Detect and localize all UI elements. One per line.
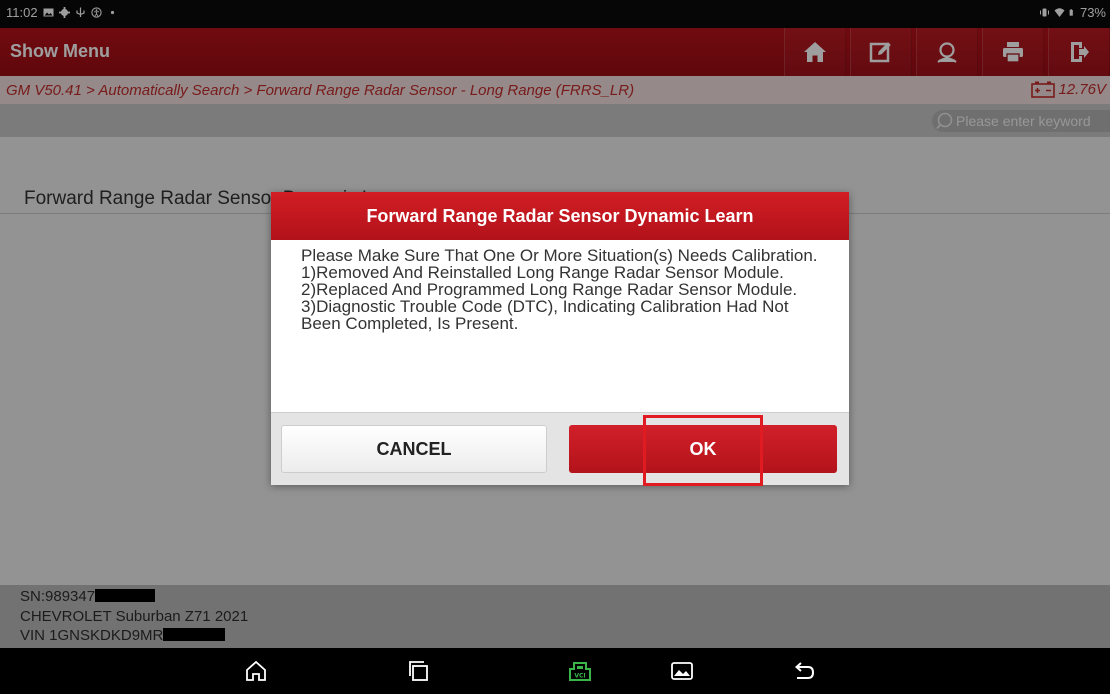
- dialog-message: Please Make Sure That One Or More Situat…: [301, 246, 818, 333]
- nav-vci-button[interactable]: VCI: [567, 658, 593, 684]
- system-navigation-bar: VCI: [0, 648, 1110, 694]
- back-arrow-icon: [794, 662, 815, 679]
- nav-home-button[interactable]: [243, 658, 269, 684]
- cancel-button[interactable]: CANCEL: [281, 425, 547, 473]
- recent-apps-icon: [409, 661, 428, 681]
- ok-highlight-annotation: [643, 415, 763, 486]
- image-icon: [671, 662, 693, 680]
- vci-connector-icon: VCI: [569, 662, 591, 681]
- svg-text:VCI: VCI: [574, 673, 585, 680]
- nav-recents-button[interactable]: [406, 658, 432, 684]
- home-outline-icon: [246, 660, 266, 681]
- dialog-title: Forward Range Radar Sensor Dynamic Learn: [271, 192, 849, 240]
- nav-screenshot-button[interactable]: [669, 658, 695, 684]
- nav-back-button[interactable]: [791, 658, 817, 684]
